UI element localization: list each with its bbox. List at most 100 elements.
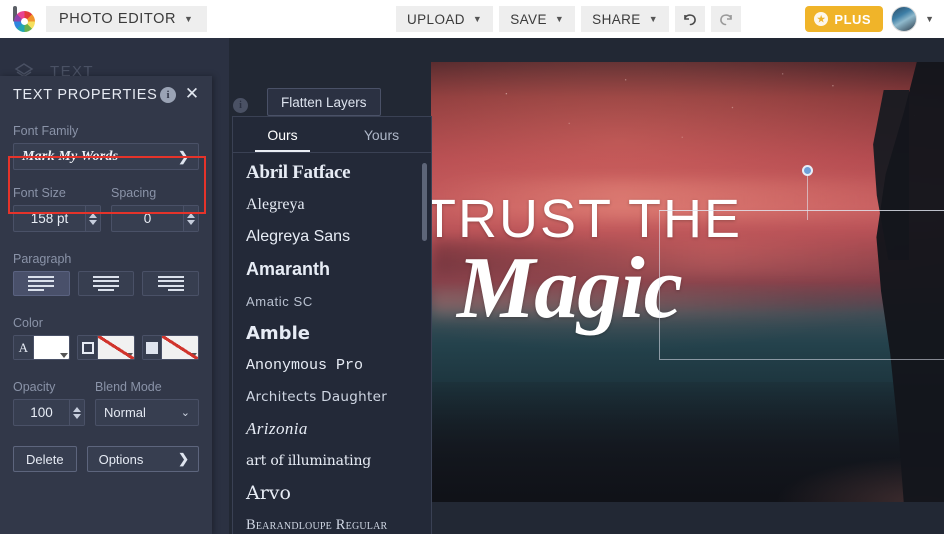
font-list-tabs: Ours Yours <box>233 117 431 153</box>
font-size-input[interactable]: 158 pt <box>13 205 101 232</box>
info-icon[interactable]: i <box>233 98 248 113</box>
spacing-stepper[interactable] <box>183 206 198 231</box>
font-family-label: Font Family <box>13 124 79 138</box>
background-color-swatch[interactable] <box>162 336 198 359</box>
paragraph-label: Paragraph <box>13 252 72 266</box>
delete-button[interactable]: Delete <box>13 446 77 472</box>
size-spacing-row: Font Size 158 pt Spacing 0 <box>13 186 199 232</box>
selection-handle-rotate[interactable] <box>802 165 813 176</box>
font-family-select[interactable]: Mark My Words ❯ <box>13 143 199 170</box>
blend-mode-group: Blend Mode Normal ⌄ <box>95 380 199 426</box>
align-left-button[interactable] <box>13 271 70 296</box>
background-color-picker[interactable] <box>141 335 199 360</box>
upload-button[interactable]: UPLOAD ▼ <box>396 6 494 32</box>
chevron-down-icon: ⌄ <box>180 407 190 419</box>
paragraph-alignment-group <box>13 271 200 296</box>
align-right-button[interactable] <box>142 271 200 296</box>
options-button[interactable]: Options ❯ <box>86 446 199 472</box>
spacing-group: Spacing 0 <box>111 186 199 232</box>
undo-icon <box>684 14 696 26</box>
chevron-down-icon: ▼ <box>472 14 483 24</box>
app-title-label: PHOTO EDITOR <box>59 11 177 27</box>
fill-icon <box>142 336 163 359</box>
flatten-layers-button[interactable]: Flatten Layers <box>267 88 381 116</box>
font-list-item[interactable]: Amaranth <box>233 253 431 285</box>
text-color-swatch[interactable] <box>33 336 70 359</box>
opacity-group: Opacity 100 <box>13 380 85 426</box>
font-list-item[interactable]: Anonymous Pro <box>233 349 431 381</box>
tab-yours[interactable]: Yours <box>332 117 431 152</box>
outline-icon <box>78 336 98 359</box>
award-badge-icon: ★ <box>814 12 829 26</box>
chevron-down-icon <box>124 353 133 358</box>
font-size-value: 158 pt <box>30 211 69 226</box>
panel-action-buttons: Delete Options ❯ <box>13 446 199 472</box>
info-icon[interactable]: i <box>160 87 176 103</box>
text-color-glyph: A <box>14 336 34 359</box>
app-title-menu[interactable]: PHOTO EDITOR ▼ <box>46 6 207 32</box>
chevron-down-icon <box>188 353 197 358</box>
font-list-dropdown: Ours Yours Abril Fatface Alegreya Alegre… <box>232 116 432 534</box>
color-wheel-icon <box>14 11 35 32</box>
chevron-down-icon: ▼ <box>554 14 565 24</box>
font-list-scrollbar[interactable] <box>422 163 427 241</box>
avatar[interactable] <box>891 6 918 32</box>
opacity-blend-row: Opacity 100 Blend Mode Normal ⌄ <box>13 380 199 426</box>
chevron-down-icon: ▼ <box>648 14 658 24</box>
redo-button[interactable] <box>711 6 741 32</box>
close-icon[interactable]: ✕ <box>183 85 201 103</box>
blend-mode-label: Blend Mode <box>95 380 162 394</box>
chevron-down-icon <box>60 353 69 358</box>
text-color-picker[interactable]: A <box>13 335 71 360</box>
font-list-item[interactable]: art of illuminating <box>233 445 431 477</box>
opacity-stepper[interactable] <box>69 400 84 425</box>
chevron-down-icon: ▼ <box>184 14 194 24</box>
outline-color-swatch[interactable] <box>97 336 134 359</box>
account-area: ★ PLUS ▼ <box>805 6 934 32</box>
font-size-group: Font Size 158 pt <box>13 186 101 232</box>
top-toolbar: PHOTO EDITOR ▼ UPLOAD ▼ SAVE ▼ SHARE ▼ ★… <box>0 0 944 38</box>
redo-icon <box>720 14 732 26</box>
font-list-item[interactable]: Amble <box>233 317 431 349</box>
chevron-right-icon: ❯ <box>178 451 189 466</box>
color-swatch-group: A <box>13 335 199 360</box>
selection-bounding-box[interactable] <box>659 210 944 360</box>
align-right-icon <box>157 273 184 294</box>
opacity-input[interactable]: 100 <box>13 399 85 426</box>
panel-header: TEXT PROPERTIES i ✕ <box>0 76 212 114</box>
share-label: SHARE <box>592 11 641 27</box>
spacing-input[interactable]: 0 <box>111 205 199 232</box>
font-list-item[interactable]: Alegreya Sans <box>233 221 431 253</box>
tab-yours-label: Yours <box>363 126 400 143</box>
blend-mode-select[interactable]: Normal ⌄ <box>95 399 199 426</box>
font-list-item[interactable]: Arvo <box>233 477 431 509</box>
chevron-down-icon: ▼ <box>925 14 934 24</box>
save-button[interactable]: SAVE ▼ <box>499 6 576 32</box>
font-list-items: Abril Fatface Alegreya Alegreya Sans Ama… <box>233 153 431 534</box>
blend-mode-value: Normal <box>104 405 146 420</box>
font-list-item[interactable]: Bearandloupe Regular <box>233 509 431 534</box>
script-text-layer[interactable]: Magic <box>457 238 683 339</box>
font-list-item[interactable]: Arizonia <box>233 413 431 445</box>
font-list-item[interactable]: Alegreya <box>233 189 431 221</box>
font-list-item[interactable]: Architects Daughter <box>233 381 431 413</box>
app-logo[interactable] <box>0 6 46 32</box>
selection-rotate-stem <box>807 170 808 220</box>
tab-ours[interactable]: Ours <box>233 117 332 152</box>
font-list-item[interactable]: Abril Fatface <box>233 157 431 189</box>
font-size-stepper[interactable] <box>85 206 100 231</box>
align-center-button[interactable] <box>77 271 135 296</box>
undo-button[interactable] <box>675 6 705 32</box>
share-button[interactable]: SHARE ▼ <box>581 6 669 32</box>
tab-ours-label: Ours <box>267 126 298 143</box>
workspace: TEXT TRUST THE Magic i TEXT PROPERTIES i… <box>0 38 944 534</box>
outline-color-picker[interactable] <box>77 335 135 360</box>
delete-label: Delete <box>26 451 64 467</box>
color-label: Color <box>13 316 43 330</box>
spacing-label: Spacing <box>111 186 157 200</box>
font-list-item[interactable]: Amatic SC <box>233 285 431 317</box>
photo-editor-window: PHOTO EDITOR ▼ UPLOAD ▼ SAVE ▼ SHARE ▼ ★… <box>0 0 944 534</box>
selection-top-edge <box>659 210 944 211</box>
spacing-value: 0 <box>143 211 152 226</box>
plus-upgrade-button[interactable]: ★ PLUS <box>805 6 884 32</box>
